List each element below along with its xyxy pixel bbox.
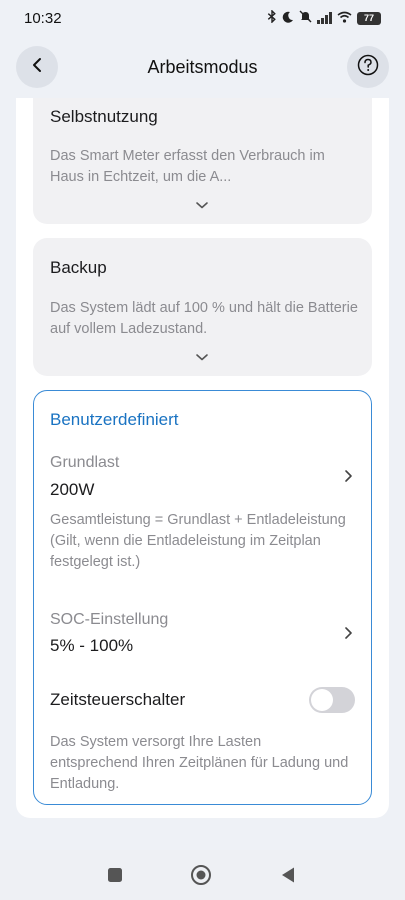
status-icons: 77 [267, 9, 381, 26]
help-button[interactable] [347, 46, 389, 88]
mode-card-self-use[interactable]: Selbstnutzung Das Smart Meter erfasst de… [33, 98, 372, 224]
mode-card-backup[interactable]: Backup Das System lädt auf 100 % und häl… [33, 238, 372, 376]
battery-icon: 77 [357, 11, 381, 25]
mode-title: Backup [50, 258, 107, 277]
recents-square-icon[interactable] [103, 863, 127, 887]
page-title: Arbeitsmodus [147, 56, 258, 77]
soc-value: 5% - 100% [50, 636, 134, 655]
base-load-label: Grundlast [50, 454, 120, 471]
wifi-icon [337, 11, 352, 26]
chevron-left-icon [32, 57, 42, 78]
back-button[interactable] [16, 46, 58, 88]
mode-title: Benutzerdefiniert [50, 410, 179, 429]
moon-icon [282, 11, 294, 26]
toggle-knob [311, 689, 333, 711]
status-bar: 10:32 77 [0, 0, 405, 36]
mode-list-panel: Selbstnutzung Das Smart Meter erfasst de… [16, 98, 389, 818]
mute-icon [299, 10, 312, 26]
signal-icon [317, 12, 332, 24]
chevron-right-icon[interactable] [343, 626, 353, 640]
status-time: 10:32 [24, 9, 62, 27]
app-header: Arbeitsmodus [0, 44, 405, 90]
mode-description: Das System lädt auf 100 % und hält die B… [50, 300, 358, 337]
timer-switch-label: Zeitsteuerschalter [50, 690, 186, 709]
question-circle-icon [357, 54, 379, 81]
soc-label: SOC-Einstellung [50, 611, 169, 628]
mode-card-custom[interactable]: Benutzerdefiniert Grundlast 200W Gesamtl… [33, 390, 372, 805]
back-triangle-icon[interactable] [276, 863, 300, 887]
base-load-info: Gesamtleistung = Grundlast + Entladeleis… [50, 512, 346, 570]
chevron-down-icon[interactable] [195, 349, 209, 361]
bluetooth-icon [267, 9, 277, 26]
chevron-down-icon[interactable] [195, 197, 209, 209]
chevron-right-icon[interactable] [343, 469, 353, 483]
timer-info: Das System versorgt Ihre Lasten entsprec… [50, 734, 349, 792]
mode-title: Selbstnutzung [50, 107, 158, 126]
base-load-value: 200W [50, 480, 95, 499]
mode-description: Das Smart Meter erfasst den Verbrauch im… [50, 148, 325, 185]
home-circle-icon[interactable] [189, 863, 213, 887]
system-nav-bar [0, 850, 405, 900]
timer-switch-toggle[interactable] [309, 687, 355, 713]
